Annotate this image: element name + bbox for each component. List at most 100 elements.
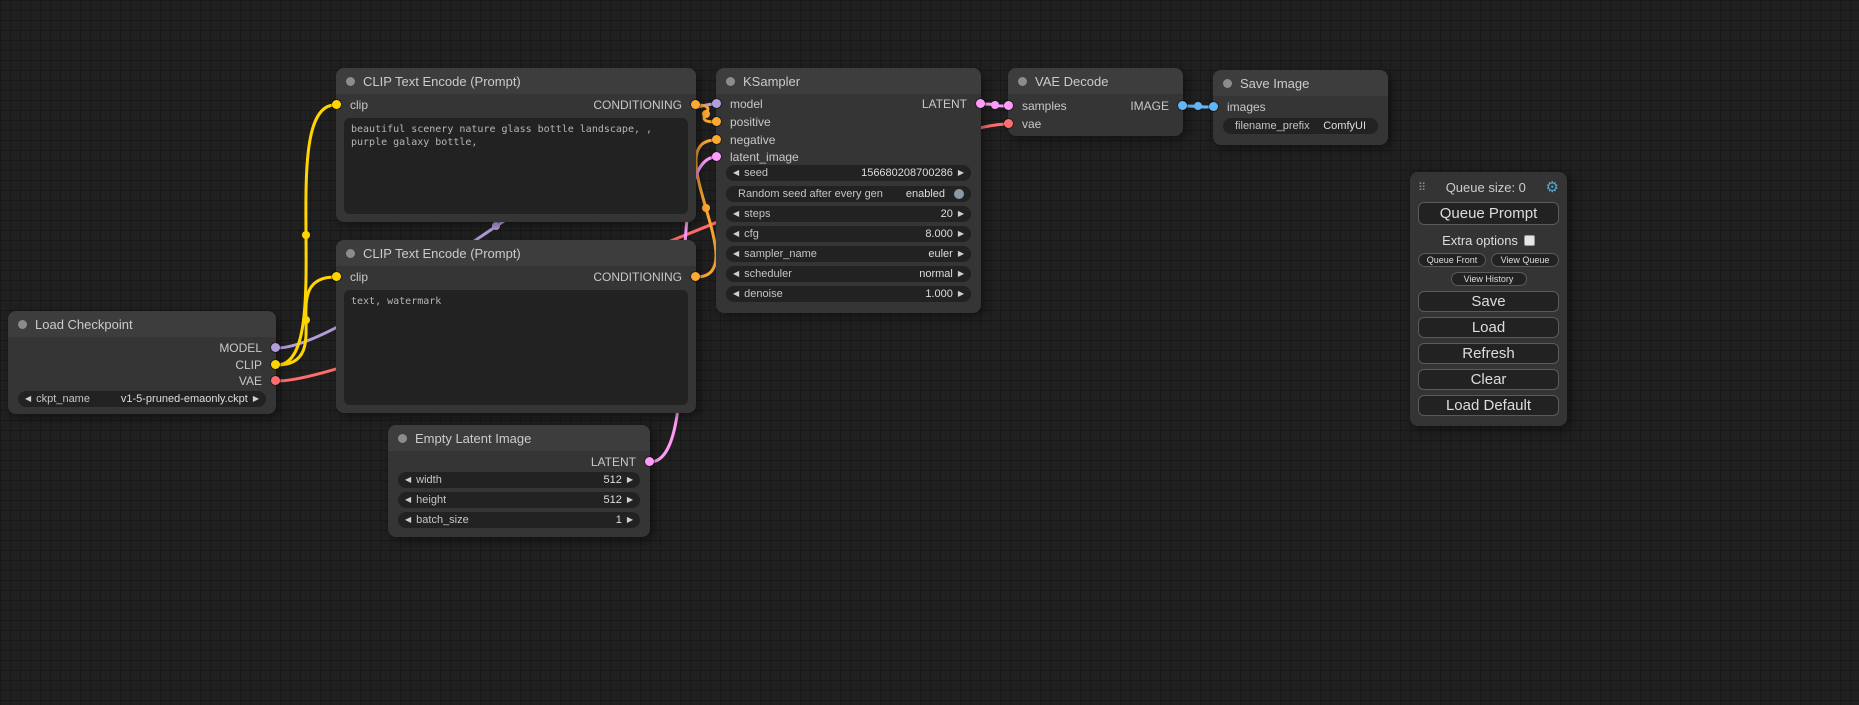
input-label-images: images (1227, 100, 1266, 114)
input-port-latent-image[interactable] (712, 152, 721, 161)
widget-width[interactable]: width 512 (398, 472, 640, 488)
node-empty-latent-image[interactable]: Empty Latent Image LATENT width 512 heig… (388, 425, 650, 537)
widget-name: width (416, 474, 442, 486)
prompt-textarea[interactable]: beautiful scenery nature glass bottle la… (344, 118, 688, 214)
decrement-icon[interactable] (405, 512, 411, 528)
node-vae-decode[interactable]: VAE Decode samples vae IMAGE (1008, 68, 1183, 136)
decrement-icon[interactable] (405, 492, 411, 508)
increment-icon[interactable] (958, 226, 964, 242)
widget-value: normal (919, 268, 953, 280)
increment-icon[interactable] (958, 206, 964, 222)
collapse-dot-icon[interactable] (1018, 77, 1027, 86)
node-clip-text-encode-negative[interactable]: CLIP Text Encode (Prompt) clip CONDITION… (336, 240, 696, 413)
wire-midpoint-dot (991, 101, 999, 109)
node-title-bar[interactable]: Empty Latent Image (388, 425, 650, 451)
increment-icon[interactable] (958, 246, 964, 262)
refresh-button[interactable]: Refresh (1418, 343, 1559, 364)
widget-name: filename_prefix (1235, 120, 1310, 132)
input-port-negative[interactable] (712, 135, 721, 144)
increment-icon[interactable] (958, 165, 964, 181)
output-port-conditioning[interactable] (691, 100, 700, 109)
widget-cfg[interactable]: cfg 8.000 (726, 226, 971, 242)
input-port-clip[interactable] (332, 100, 341, 109)
widget-value: enabled (906, 188, 945, 200)
node-title: Save Image (1240, 76, 1309, 91)
increment-icon[interactable] (627, 512, 633, 528)
input-port-images[interactable] (1209, 102, 1218, 111)
node-load-checkpoint[interactable]: Load Checkpoint MODEL CLIP VAE ckpt_name… (8, 311, 276, 414)
load-default-button[interactable]: Load Default (1418, 395, 1559, 416)
node-save-image[interactable]: Save Image images filename_prefix ComfyU… (1213, 70, 1388, 145)
increment-icon[interactable] (627, 492, 633, 508)
node-title-bar[interactable]: VAE Decode (1008, 68, 1183, 94)
collapse-dot-icon[interactable] (726, 77, 735, 86)
view-queue-button[interactable]: View Queue (1491, 253, 1559, 267)
collapse-dot-icon[interactable] (346, 249, 355, 258)
increment-icon[interactable] (958, 286, 964, 302)
node-title-bar[interactable]: CLIP Text Encode (Prompt) (336, 240, 696, 266)
input-port-samples[interactable] (1004, 101, 1013, 110)
node-title-bar[interactable]: Save Image (1213, 70, 1388, 96)
widget-name: scheduler (744, 268, 792, 280)
output-port-conditioning[interactable] (691, 272, 700, 281)
input-port-model[interactable] (712, 99, 721, 108)
decrement-icon[interactable] (733, 246, 739, 262)
toggle-knob-icon[interactable] (954, 189, 964, 199)
node-title: KSampler (743, 74, 800, 89)
collapse-dot-icon[interactable] (398, 434, 407, 443)
decrement-icon[interactable] (733, 226, 739, 242)
collapse-dot-icon[interactable] (346, 77, 355, 86)
clear-button[interactable]: Clear (1418, 369, 1559, 390)
view-history-button[interactable]: View History (1451, 272, 1527, 286)
decrement-icon[interactable] (25, 391, 31, 407)
collapse-dot-icon[interactable] (18, 320, 27, 329)
collapse-dot-icon[interactable] (1223, 79, 1232, 88)
widget-random-seed[interactable]: Random seed after every gen enabled (726, 186, 971, 202)
output-port-latent[interactable] (645, 457, 654, 466)
increment-icon[interactable] (253, 391, 259, 407)
node-graph-canvas[interactable]: Load Checkpoint MODEL CLIP VAE ckpt_name… (0, 0, 1859, 705)
node-title-bar[interactable]: Load Checkpoint (8, 311, 276, 337)
input-port-positive[interactable] (712, 117, 721, 126)
widget-ckpt-name[interactable]: ckpt_name v1-5-pruned-emaonly.ckpt (18, 391, 266, 407)
decrement-icon[interactable] (733, 165, 739, 181)
widget-scheduler[interactable]: scheduler normal (726, 266, 971, 282)
output-port-latent[interactable] (976, 99, 985, 108)
increment-icon[interactable] (958, 266, 964, 282)
node-title-bar[interactable]: CLIP Text Encode (Prompt) (336, 68, 696, 94)
node-ksampler[interactable]: KSampler model positive negative latent_… (716, 68, 981, 313)
input-port-vae[interactable] (1004, 119, 1013, 128)
decrement-icon[interactable] (733, 206, 739, 222)
decrement-icon[interactable] (733, 266, 739, 282)
widget-value: 1 (616, 514, 622, 526)
decrement-icon[interactable] (733, 286, 739, 302)
history-row: View History (1418, 272, 1559, 286)
output-port-image[interactable] (1178, 101, 1187, 110)
increment-icon[interactable] (627, 472, 633, 488)
queue-front-button[interactable]: Queue Front (1418, 253, 1486, 267)
save-button[interactable]: Save (1418, 291, 1559, 312)
node-title: Empty Latent Image (415, 431, 531, 446)
drag-handle-icon[interactable] (1418, 181, 1426, 194)
widget-height[interactable]: height 512 (398, 492, 640, 508)
settings-gear-icon[interactable] (1546, 180, 1559, 195)
prompt-textarea[interactable]: text, watermark (344, 290, 688, 405)
widget-sampler-name[interactable]: sampler_name euler (726, 246, 971, 262)
output-port-clip[interactable] (271, 360, 280, 369)
widget-steps[interactable]: steps 20 (726, 206, 971, 222)
decrement-icon[interactable] (405, 472, 411, 488)
extra-options-checkbox[interactable] (1524, 235, 1535, 246)
input-port-clip[interactable] (332, 272, 341, 281)
wire-midpoint-dot (702, 204, 710, 212)
widget-denoise[interactable]: denoise 1.000 (726, 286, 971, 302)
node-title-bar[interactable]: KSampler (716, 68, 981, 94)
load-button[interactable]: Load (1418, 317, 1559, 338)
output-label-image: IMAGE (1130, 99, 1169, 113)
output-port-vae[interactable] (271, 376, 280, 385)
widget-seed[interactable]: seed 156680208700286 (726, 165, 971, 181)
output-port-model[interactable] (271, 343, 280, 352)
node-clip-text-encode-positive[interactable]: CLIP Text Encode (Prompt) clip CONDITION… (336, 68, 696, 222)
widget-batch-size[interactable]: batch_size 1 (398, 512, 640, 528)
queue-prompt-button[interactable]: Queue Prompt (1418, 202, 1559, 225)
widget-filename-prefix[interactable]: filename_prefix ComfyUI (1223, 118, 1378, 134)
